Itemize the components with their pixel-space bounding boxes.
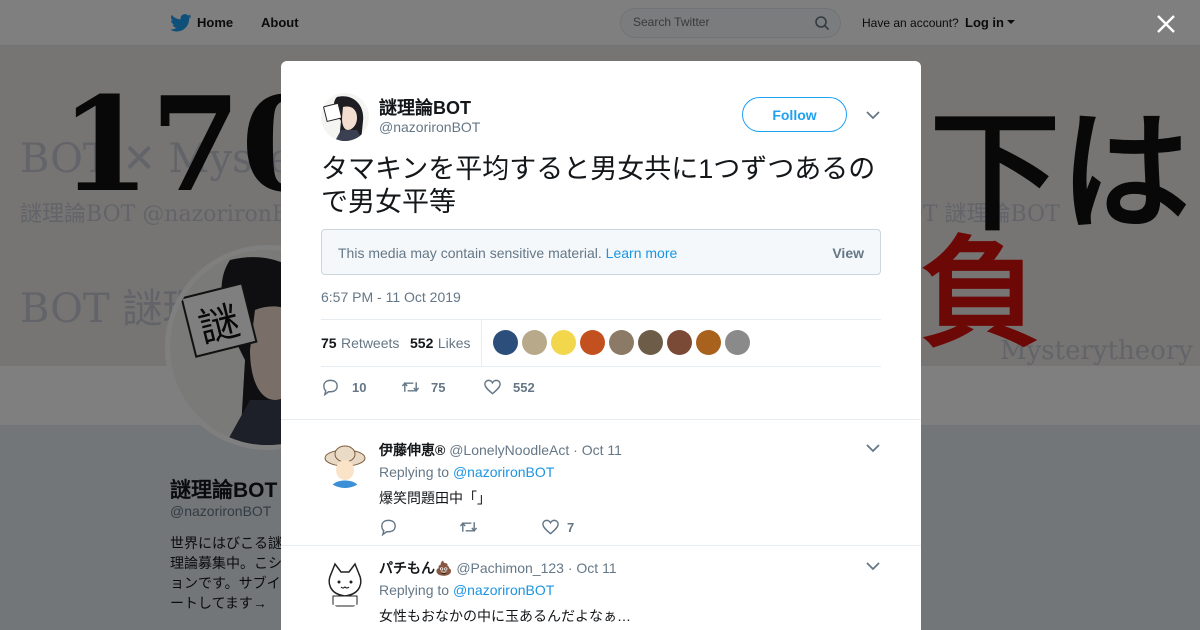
close-icon[interactable] (1156, 14, 1176, 34)
likes-stat[interactable]: 552 Likes (410, 335, 471, 353)
liker-avatar[interactable] (609, 330, 634, 355)
reply-actions: 7 (379, 517, 679, 539)
liker-avatar[interactable] (638, 330, 663, 355)
heart-icon (542, 519, 559, 535)
reply-author-name[interactable]: パチもん💩 (379, 560, 452, 576)
reply-date[interactable]: Oct 11 (582, 442, 622, 458)
like-count: 552 (513, 380, 535, 395)
tweet-actions: 10 75 552 (321, 377, 621, 399)
learn-more-link[interactable]: Learn more (606, 245, 678, 261)
reply-tweet[interactable]: パチもん💩 @Pachimon_123 · Oct 11 Replying to… (281, 545, 921, 630)
replying-to-link[interactable]: @nazorironBOT (453, 464, 554, 480)
retweet-icon (401, 382, 420, 392)
retweets-count: 75 (321, 335, 337, 351)
tweet-stats: 75 Retweets 552 Likes (321, 319, 881, 367)
reply-avatar[interactable] (321, 440, 369, 488)
reply-header: 伊藤伸恵® @LonelyNoodleAct · Oct 11 (379, 440, 622, 460)
tweet-text: タマキンを平均すると男女共に1つずつあるので男女平等 (321, 154, 876, 217)
author-avatar[interactable] (321, 93, 369, 141)
reply-text: 女性もおなかの中に玉あるんだよなぁ… (379, 608, 631, 624)
view-media-button[interactable]: View (832, 245, 864, 261)
reply-header: パチもん💩 @Pachimon_123 · Oct 11 (379, 558, 617, 578)
liker-avatar[interactable] (522, 330, 547, 355)
reply-avatar[interactable] (321, 560, 369, 608)
reply-date[interactable]: Oct 11 (576, 560, 616, 576)
reply-text: 爆笑問題田中「」 (379, 490, 491, 506)
likes-count: 552 (410, 335, 434, 351)
retweets-label: Retweets (341, 335, 400, 351)
replying-to: Replying to @nazorironBOT (379, 464, 554, 480)
retweet-count: 75 (431, 380, 446, 395)
likes-label: Likes (437, 335, 471, 351)
liker-avatar[interactable] (493, 330, 518, 355)
reply-author-handle[interactable]: @LonelyNoodleAct (449, 442, 569, 458)
chevron-down-icon[interactable] (866, 444, 880, 453)
replying-prefix: Replying to (379, 464, 450, 480)
tweet-timestamp[interactable]: 6:57 PM - 11 Oct 2019 (321, 289, 461, 305)
reply-tweet[interactable]: 伊藤伸恵® @LonelyNoodleAct · Oct 11 Replying… (281, 419, 921, 545)
retweet-icon (459, 522, 478, 532)
reply-avatar-illustration (321, 560, 369, 608)
replying-to-link[interactable]: @nazorironBOT (453, 582, 554, 598)
liker-avatar[interactable] (551, 330, 576, 355)
sensitive-text: This media may contain sensitive materia… (338, 245, 602, 261)
liker-avatar[interactable] (580, 330, 605, 355)
heart-icon (484, 379, 501, 395)
reply-icon (381, 519, 396, 536)
reply-avatar-illustration (321, 440, 369, 488)
chevron-down-icon[interactable] (866, 562, 880, 571)
sensitive-message: This media may contain sensitive materia… (338, 245, 677, 261)
author-handle[interactable]: @nazorironBOT (379, 119, 480, 135)
reply-author-handle[interactable]: @Pachimon_123 (456, 560, 564, 576)
follow-button[interactable]: Follow (742, 97, 847, 132)
liker-avatar[interactable] (725, 330, 750, 355)
author-avatar-illustration (321, 93, 369, 141)
reply-icon (323, 379, 338, 396)
liker-avatar[interactable] (667, 330, 692, 355)
retweets-stat[interactable]: 75 Retweets (321, 335, 399, 353)
tweet-modal: 謎理論BOT @nazorironBOT Follow タマキンを平均すると男女… (281, 61, 921, 630)
reply-count: 10 (352, 380, 367, 395)
replying-to: Replying to @nazorironBOT (379, 582, 554, 598)
liker-avatar[interactable] (696, 330, 721, 355)
sensitive-media-warning: This media may contain sensitive materia… (321, 229, 881, 275)
chevron-down-icon[interactable] (866, 111, 880, 120)
reply-author-name[interactable]: 伊藤伸恵® (379, 442, 445, 458)
author-name[interactable]: 謎理論BOT (379, 94, 471, 120)
stats-divider (481, 320, 482, 366)
replying-prefix: Replying to (379, 582, 450, 598)
separator-dot: · (567, 560, 573, 576)
separator-dot: · (573, 442, 578, 458)
like-count: 7 (567, 520, 575, 535)
